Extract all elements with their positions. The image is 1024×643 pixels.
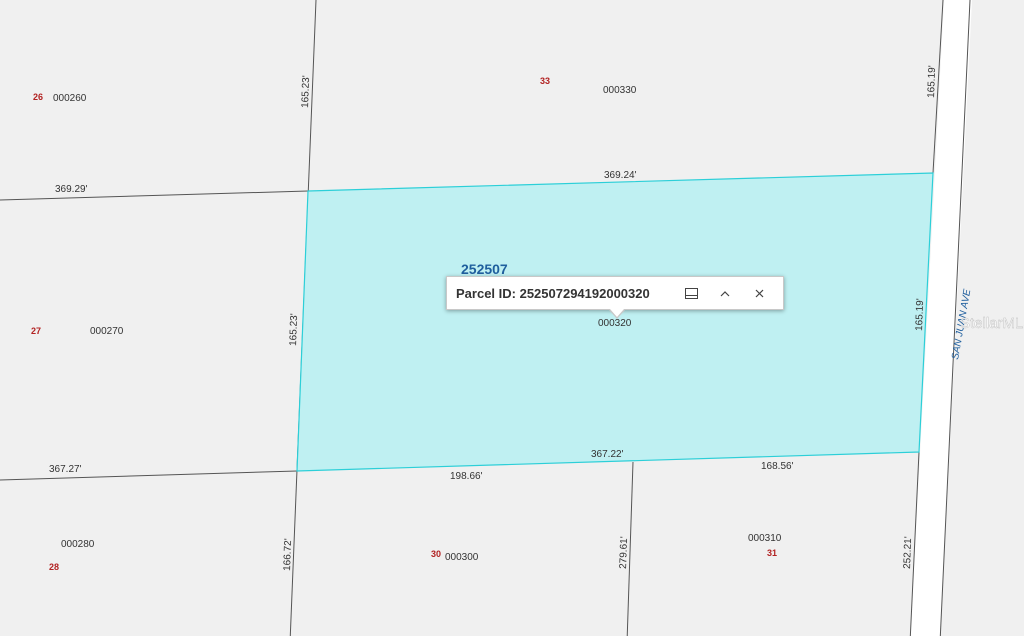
dimension-369-24: 369.24' <box>604 170 637 181</box>
dimension-198-66: 198.66' <box>450 471 483 482</box>
parcel-number-000300: 000300 <box>445 552 479 563</box>
dimension-166-72: 166.72' <box>282 538 294 571</box>
block-label: 252507 <box>461 261 508 277</box>
dimension-165-23-top: 165.23' <box>300 75 312 108</box>
lot-number-27: 27 <box>31 326 41 336</box>
dimension-252-21: 252.21' <box>902 536 914 569</box>
lot-number-30: 30 <box>431 549 441 559</box>
lot-number-28: 28 <box>49 562 59 572</box>
dock-icon[interactable] <box>681 283 701 303</box>
dimension-367-22: 367.22' <box>591 449 624 460</box>
dimension-165-23-mid: 165.23' <box>288 313 300 346</box>
dimension-165-19-mid: 165.19' <box>914 298 926 331</box>
dimension-279-61: 279.61' <box>618 536 630 569</box>
lot-number-26: 26 <box>33 92 43 102</box>
parcel-popup[interactable]: Parcel ID: 252507294192000320 <box>446 276 784 319</box>
dimension-369-29: 369.29' <box>55 184 88 195</box>
parcel-number-000310: 000310 <box>748 533 782 544</box>
lot-number-33: 33 <box>540 76 550 86</box>
watermark: StellarMLS <box>960 315 1024 332</box>
parcel-number-000280: 000280 <box>61 539 95 550</box>
parcel-number-000270: 000270 <box>90 326 124 337</box>
chevron-up-icon[interactable] <box>715 283 735 303</box>
popup-pointer <box>610 309 624 317</box>
dimension-367-27: 367.27' <box>49 464 82 475</box>
dimension-168-56: 168.56' <box>761 461 794 472</box>
lot-number-31: 31 <box>767 548 777 558</box>
parcel-map[interactable]: 252507 26 27 28 30 31 33 000260 000270 0… <box>0 0 1024 643</box>
parcel-number-000260: 000260 <box>53 93 87 104</box>
popup-title: Parcel ID: 252507294192000320 <box>456 285 650 301</box>
parcel-number-000320: 000320 <box>598 318 632 329</box>
footer-strip <box>0 636 1024 643</box>
dimension-165-19-top: 165.19' <box>926 65 938 98</box>
close-icon[interactable] <box>749 283 769 303</box>
parcel-number-000330: 000330 <box>603 85 637 96</box>
